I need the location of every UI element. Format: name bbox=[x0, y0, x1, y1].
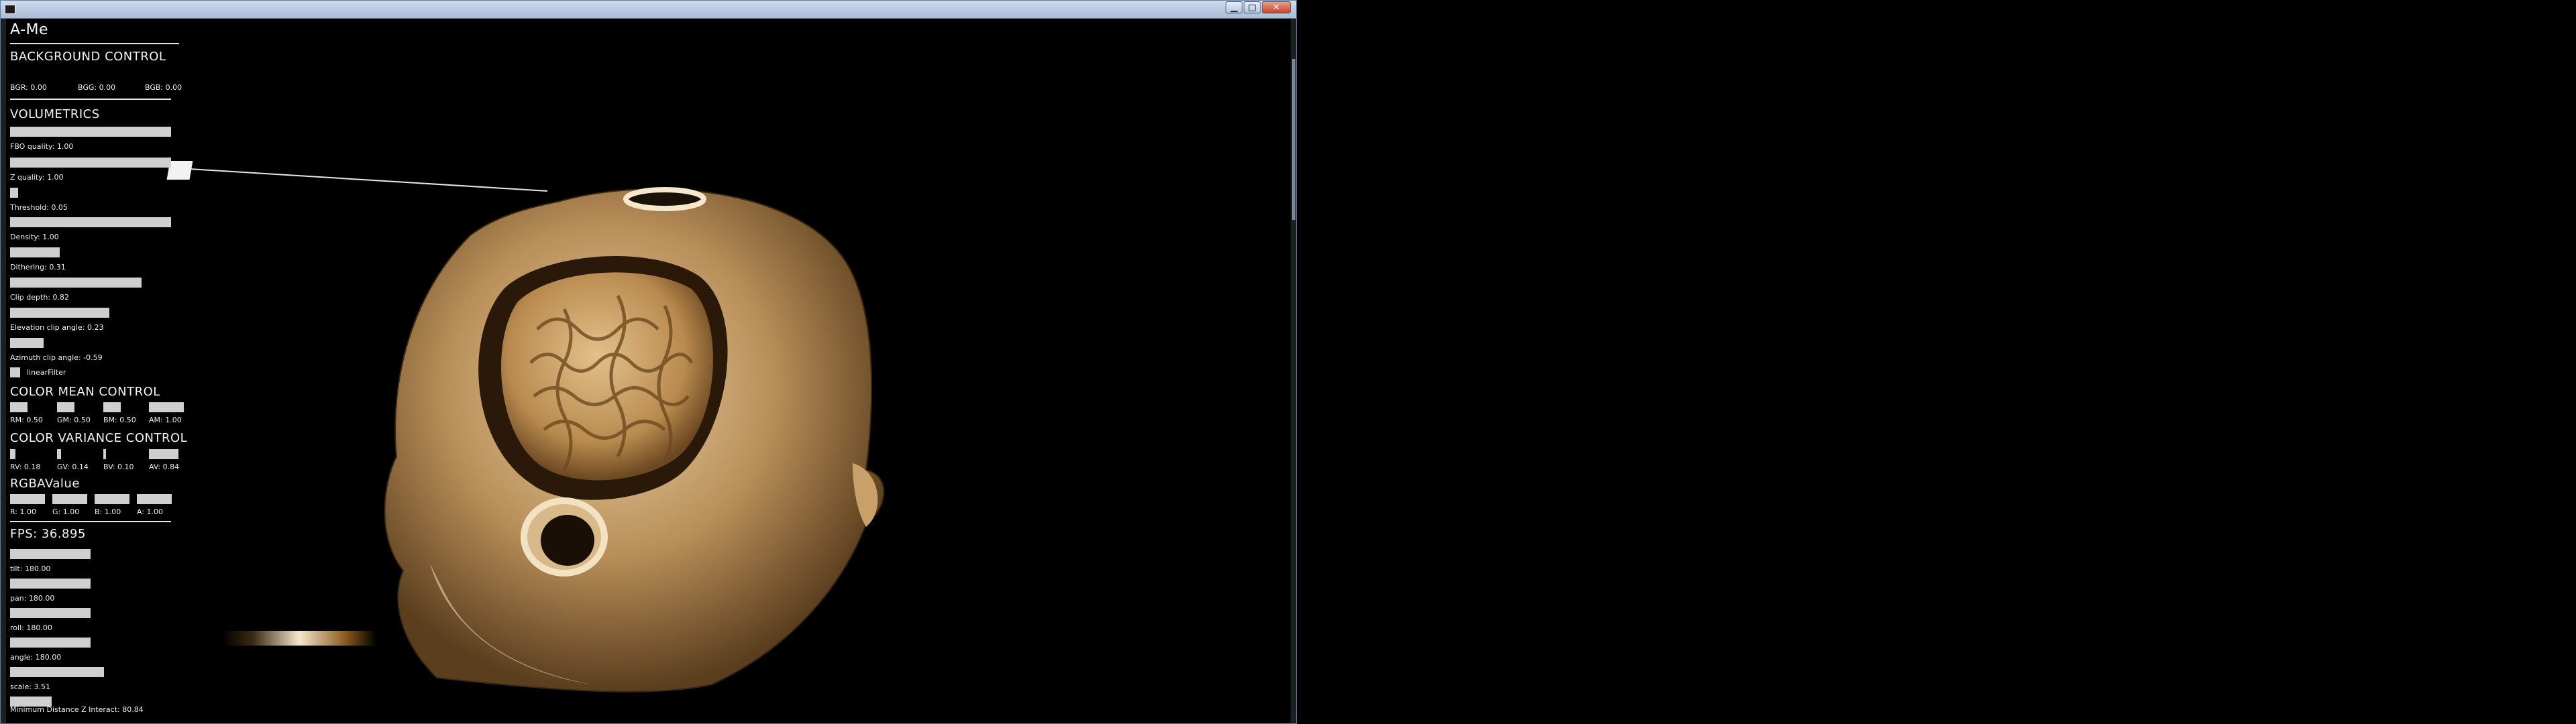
transfer-function-streak bbox=[222, 631, 376, 646]
scale-slider[interactable] bbox=[10, 667, 104, 677]
volumetrics-header: VOLUMETRICS bbox=[10, 107, 100, 121]
eye-socket-cavity bbox=[541, 515, 594, 566]
divider bbox=[10, 99, 171, 100]
skull-top-opening bbox=[623, 187, 706, 211]
density-slider[interactable] bbox=[10, 217, 171, 227]
window-left-border bbox=[1, 19, 6, 723]
rm-label: RM: 0.50 bbox=[10, 416, 43, 424]
maximize-icon: □ bbox=[1248, 2, 1256, 13]
min-distance-z-label: Minimum Distance Z Interact: 80.84 bbox=[10, 705, 144, 714]
clip-depth-slider[interactable] bbox=[10, 278, 171, 288]
title-bar[interactable]: ▁ □ ✕ bbox=[1, 1, 1296, 19]
tilt-label: tilt: 180.00 bbox=[10, 564, 51, 573]
window-scrollbar[interactable] bbox=[1291, 19, 1296, 723]
pan-slider[interactable] bbox=[10, 579, 91, 589]
elevation-clip-angle-slider[interactable] bbox=[10, 308, 171, 318]
rm-slider[interactable] bbox=[10, 402, 28, 412]
minimize-button[interactable]: ▁ bbox=[1226, 1, 1242, 13]
bv-slider[interactable] bbox=[103, 449, 106, 459]
g-label: G: 1.00 bbox=[52, 507, 80, 516]
bm-label: BM: 0.50 bbox=[103, 416, 136, 424]
fbo-quality-slider[interactable] bbox=[10, 127, 171, 137]
gm-label: GM: 0.50 bbox=[57, 416, 91, 424]
rv-label: RV: 0.18 bbox=[10, 463, 41, 471]
background-control-header: BACKGROUND CONTROL bbox=[10, 50, 166, 64]
roll-slider[interactable] bbox=[10, 608, 91, 618]
bgr-label[interactable]: BGR: 0.00 bbox=[10, 83, 47, 92]
r-slider[interactable] bbox=[10, 494, 45, 504]
av-slider[interactable] bbox=[149, 449, 178, 459]
am-label: AM: 1.00 bbox=[149, 416, 182, 424]
color-mean-header: COLOR MEAN CONTROL bbox=[10, 385, 160, 399]
elevation-clip-angle-label: Elevation clip angle: 0.23 bbox=[10, 323, 104, 332]
density-label: Density: 1.00 bbox=[10, 233, 59, 241]
slider-fill bbox=[10, 308, 109, 318]
minimize-icon: ▁ bbox=[1230, 2, 1238, 13]
slider-fill bbox=[10, 158, 171, 168]
clip-depth-label: Clip depth: 0.82 bbox=[10, 293, 69, 302]
rv-slider[interactable] bbox=[10, 449, 15, 459]
bm-slider[interactable] bbox=[103, 402, 121, 412]
b-slider[interactable] bbox=[95, 494, 129, 504]
slider-fill bbox=[10, 247, 60, 257]
brain-tissue bbox=[501, 272, 714, 481]
dithering-label: Dithering: 0.31 bbox=[10, 263, 66, 272]
bgg-label[interactable]: BGG: 0.00 bbox=[78, 83, 115, 92]
g-slider[interactable] bbox=[52, 494, 87, 504]
color-variance-header: COLOR VARIANCE CONTROL bbox=[10, 431, 188, 445]
slider-fill bbox=[10, 188, 18, 198]
slider-fill bbox=[10, 217, 171, 227]
slider-fill bbox=[10, 278, 142, 288]
azimuth-clip-angle-slider[interactable] bbox=[10, 338, 171, 348]
bgb-label[interactable]: BGB: 0.00 bbox=[145, 83, 182, 92]
a-slider[interactable] bbox=[137, 494, 172, 504]
close-button[interactable]: ✕ bbox=[1262, 1, 1291, 13]
fbo-quality-label: FBO quality: 1.00 bbox=[10, 142, 74, 151]
app-title: A-Me bbox=[10, 21, 49, 38]
slider-fill bbox=[10, 338, 44, 348]
gm-slider[interactable] bbox=[57, 402, 74, 412]
close-icon: ✕ bbox=[1273, 2, 1280, 13]
pan-label: pan: 180.00 bbox=[10, 594, 55, 603]
z-quality-slider[interactable] bbox=[10, 158, 171, 168]
bv-label: BV: 0.10 bbox=[103, 463, 134, 471]
av-label: AV: 0.84 bbox=[149, 463, 180, 471]
maximize-button[interactable]: □ bbox=[1244, 1, 1260, 13]
linear-filter-label: linearFilter bbox=[27, 368, 66, 377]
r-label: R: 1.00 bbox=[10, 507, 36, 516]
tilt-slider[interactable] bbox=[10, 549, 91, 559]
app-window: ▁ □ ✕ bbox=[0, 0, 1297, 724]
gv-label: GV: 0.14 bbox=[57, 463, 89, 471]
divider bbox=[10, 521, 171, 522]
am-slider[interactable] bbox=[149, 402, 184, 412]
a-label: A: 1.00 bbox=[137, 507, 164, 516]
roll-label: roll: 180.00 bbox=[10, 623, 52, 632]
threshold-slider[interactable] bbox=[10, 188, 171, 198]
app-icon bbox=[5, 5, 15, 14]
gv-slider[interactable] bbox=[57, 449, 61, 459]
slider-fill bbox=[10, 127, 171, 137]
azimuth-clip-angle-label: Azimuth clip angle: -0.59 bbox=[10, 353, 103, 362]
volume-render-viewport[interactable] bbox=[336, 162, 926, 711]
z-quality-label: Z quality: 1.00 bbox=[10, 173, 64, 182]
angle-label: angle: 180.00 bbox=[10, 653, 62, 662]
scrollbar-thumb[interactable] bbox=[1292, 59, 1295, 220]
divider bbox=[10, 43, 179, 44]
fps-readout: FPS: 36.895 bbox=[10, 527, 86, 541]
dithering-slider[interactable] bbox=[10, 247, 171, 257]
b-label: B: 1.00 bbox=[95, 507, 121, 516]
linear-filter-checkbox[interactable] bbox=[10, 367, 20, 377]
rgba-value-header: RGBAValue bbox=[10, 477, 80, 491]
pick-ray-line bbox=[178, 168, 548, 192]
angle-slider[interactable] bbox=[10, 638, 91, 648]
scale-label: scale: 3.51 bbox=[10, 682, 51, 691]
threshold-label: Threshold: 0.05 bbox=[10, 203, 68, 212]
